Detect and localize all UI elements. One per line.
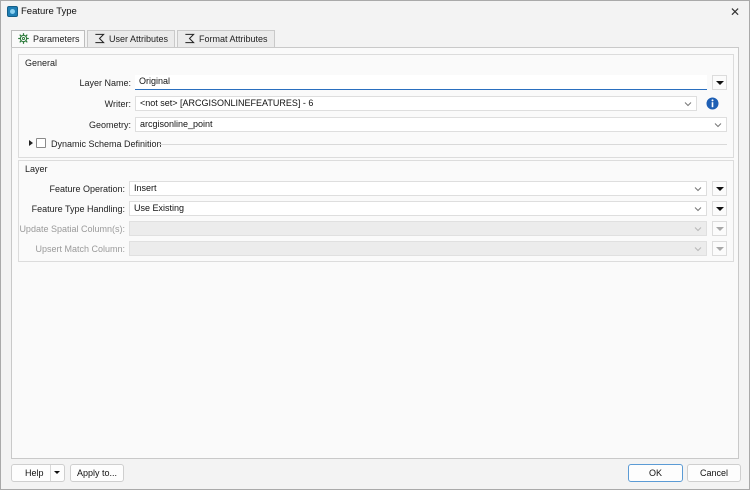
feature-type-handling-value: Use Existing [134, 203, 185, 213]
geometry-value: arcgisonline_point [140, 119, 213, 129]
feature-operation-value: Insert [134, 183, 157, 193]
sigma-icon [95, 33, 105, 44]
general-group: General Layer Name: Original Writer: <no… [18, 54, 734, 158]
tab-parameters[interactable]: Parameters [11, 30, 85, 48]
tab-label: User Attributes [109, 34, 169, 44]
chevron-down-icon [694, 187, 702, 192]
writer-label: Writer: [104, 99, 131, 109]
close-button[interactable]: ✕ [727, 4, 743, 20]
cancel-button[interactable]: Cancel [687, 464, 741, 482]
dropdown-arrow-icon [54, 471, 60, 474]
sigma-icon [185, 33, 195, 44]
update-spatial-select[interactable] [129, 221, 707, 236]
upsert-match-menu-button[interactable] [712, 241, 727, 256]
dynamic-schema-checkbox[interactable] [36, 138, 46, 148]
feature-operation-menu-button[interactable] [712, 181, 727, 196]
update-spatial-menu-button[interactable] [712, 221, 727, 236]
general-title: General [25, 58, 58, 68]
tab-user-attributes[interactable]: User Attributes [87, 30, 175, 47]
dynamic-schema-label: Dynamic Schema Definition [51, 139, 162, 149]
dropdown-arrow-icon [716, 81, 724, 85]
feature-operation-select[interactable]: Insert [129, 181, 707, 196]
chevron-down-icon [694, 247, 702, 252]
dropdown-arrow-icon [716, 187, 724, 191]
help-dropdown-button[interactable] [50, 465, 64, 481]
feature-operation-label: Feature Operation: [49, 184, 125, 194]
tab-format-attributes[interactable]: Format Attributes [177, 30, 275, 47]
app-icon [7, 6, 18, 17]
window-title: Feature Type [21, 6, 77, 17]
title-bar: Feature Type ✕ [1, 1, 749, 23]
feature-type-handling-select[interactable]: Use Existing [129, 201, 707, 216]
layer-group: Layer Feature Operation: Insert Feature … [18, 160, 734, 262]
geometry-select[interactable]: arcgisonline_point [135, 117, 727, 132]
section-divider [159, 144, 727, 145]
dropdown-arrow-icon [716, 227, 724, 231]
layer-name-menu-button[interactable] [712, 75, 727, 90]
chevron-down-icon [684, 102, 692, 107]
chevron-down-icon [694, 227, 702, 232]
help-label: Help [25, 468, 44, 478]
tab-label: Format Attributes [199, 34, 268, 44]
writer-value: <not set> [ARCGISONLINEFEATURES] - 6 [140, 98, 314, 108]
chevron-down-icon [714, 123, 722, 128]
layer-name-input[interactable]: Original [135, 75, 707, 90]
dropdown-arrow-icon [716, 207, 724, 211]
expand-triangle-icon[interactable] [29, 140, 33, 146]
ok-button[interactable]: OK [628, 464, 683, 482]
gear-icon [18, 33, 29, 44]
apply-to-button[interactable]: Apply to... [70, 464, 124, 482]
feature-type-handling-label: Feature Type Handling: [31, 204, 125, 214]
update-spatial-label: Update Spatial Column(s): [19, 224, 125, 234]
upsert-match-select[interactable] [129, 241, 707, 256]
info-icon[interactable] [705, 96, 720, 111]
layer-title: Layer [25, 164, 48, 174]
chevron-down-icon [694, 207, 702, 212]
feature-type-dialog: Feature Type ✕ Parameters User Attribute… [0, 0, 750, 490]
help-button[interactable]: Help [11, 464, 65, 482]
geometry-label: Geometry: [88, 120, 131, 130]
writer-select[interactable]: <not set> [ARCGISONLINEFEATURES] - 6 [135, 96, 697, 111]
feature-type-handling-menu-button[interactable] [712, 201, 727, 216]
dropdown-arrow-icon [716, 247, 724, 251]
parameters-panel: General Layer Name: Original Writer: <no… [11, 47, 739, 459]
tab-label: Parameters [33, 34, 80, 44]
upsert-match-label: Upsert Match Column: [35, 244, 125, 254]
layer-name-label: Layer Name: [79, 78, 131, 88]
